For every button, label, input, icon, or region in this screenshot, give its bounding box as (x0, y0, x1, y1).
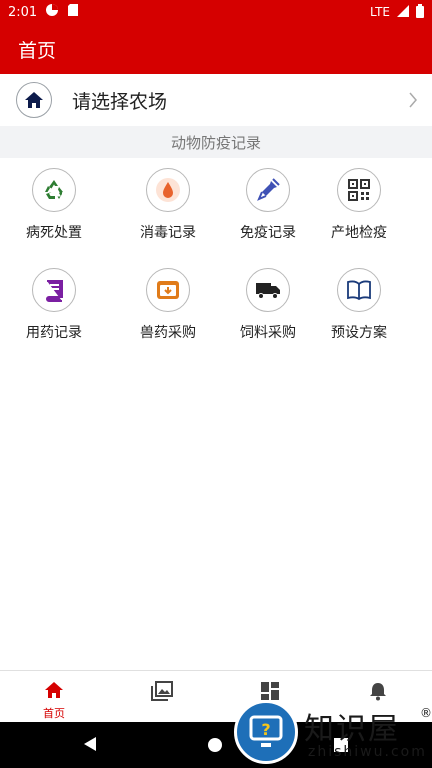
grid-item-label: 免疫记录 (240, 225, 296, 241)
nav-gallery[interactable] (108, 671, 216, 723)
grid-item-label: 产地检疫 (331, 225, 387, 241)
watermark: ? 知识屋 ® zhishiwu.com (234, 700, 432, 768)
status-bar: 2:01 LTE (0, 0, 432, 24)
nav-home-label: 首页 (43, 707, 65, 720)
farm-selector[interactable]: 请选择农场 (0, 74, 432, 126)
grid-item-vet-drug-purchase[interactable]: 兽药采购 (114, 268, 222, 358)
nav-home[interactable]: 首页 (0, 671, 108, 723)
watermark-domain: zhishiwu.com (308, 744, 427, 760)
syringe-icon (246, 168, 290, 212)
home-icon (16, 82, 52, 118)
chevron-right-icon (408, 91, 418, 113)
grid-item-label: 病死处置 (26, 225, 82, 241)
book-icon (32, 268, 76, 312)
home-button-icon[interactable] (207, 737, 223, 757)
grid-item-label: 饲料采购 (240, 325, 296, 341)
truck-icon (246, 268, 290, 312)
watermark-registered: ® (420, 706, 432, 720)
farm-selector-label: 请选择农场 (72, 90, 168, 113)
status-time: 2:01 (8, 4, 38, 20)
app-bar: 首页 (0, 24, 432, 74)
grid-item-label: 用药记录 (26, 325, 82, 341)
open-book-icon (337, 268, 381, 312)
grid-item-label: 预设方案 (331, 325, 387, 341)
watermark-title: 知识屋 (304, 712, 400, 747)
watermark-logo-icon: ? (234, 700, 298, 764)
grid-item-dead-disposal[interactable]: 病死处置 (0, 168, 108, 258)
grid-item-disinfection[interactable]: 消毒记录 (114, 168, 222, 258)
recycle-icon (32, 168, 76, 212)
section-header: 动物防疫记录 (0, 126, 432, 158)
grid-item-preset-plan[interactable]: 预设方案 (305, 268, 413, 358)
svg-text:?: ? (261, 720, 270, 739)
back-icon[interactable] (82, 736, 98, 756)
box-icon (146, 268, 190, 312)
network-type: LTE (370, 5, 390, 19)
grid-item-label: 消毒记录 (140, 225, 196, 241)
home-icon (44, 681, 64, 703)
qr-code-icon (337, 168, 381, 212)
grid-item-origin-quarantine[interactable]: 产地检疫 (305, 168, 413, 258)
drop-icon (146, 168, 190, 212)
grid-item-label: 兽药采购 (140, 325, 196, 341)
battery-icon (416, 3, 424, 21)
grid-item-medication[interactable]: 用药记录 (0, 268, 108, 358)
gallery-icon (151, 681, 173, 705)
notification-icon (45, 3, 59, 21)
sim-card-icon (67, 3, 79, 21)
signal-icon (396, 4, 410, 21)
page-title: 首页 (18, 39, 57, 62)
section-title: 动物防疫记录 (170, 133, 261, 152)
